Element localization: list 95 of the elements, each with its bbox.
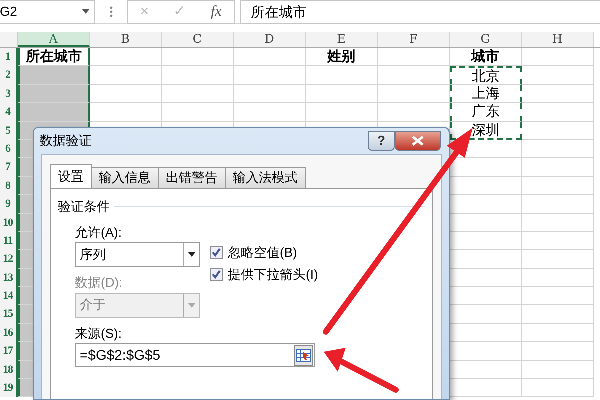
grip-icon: [110, 6, 112, 18]
grid-cell: [522, 360, 594, 380]
row-header[interactable]: 6: [0, 140, 18, 158]
grid-cell: [522, 232, 594, 250]
row-header[interactable]: 4: [0, 103, 18, 122]
close-button[interactable]: [395, 131, 441, 151]
grid-cell: [90, 84, 162, 104]
column-header[interactable]: G: [450, 32, 522, 47]
row-header[interactable]: 1: [0, 48, 18, 66]
dialog-tab[interactable]: 输入法模式: [225, 167, 306, 188]
insert-function-button[interactable]: fx: [204, 2, 228, 22]
checkbox-label: 提供下拉箭头(I): [228, 266, 318, 284]
grid-cell: [522, 103, 594, 122]
dropdown-arrow-icon: [188, 302, 196, 308]
column-header[interactable]: B: [90, 32, 162, 47]
dialog-title: 数据验证: [40, 132, 92, 150]
row-header[interactable]: 18: [0, 360, 18, 380]
row-header[interactable]: 12: [0, 250, 18, 269]
group-label: 验证条件: [58, 198, 110, 216]
grid-cell: [90, 66, 162, 85]
grid-cell: [522, 140, 594, 158]
grid-cell: [522, 305, 594, 324]
column-header[interactable]: E: [306, 32, 378, 47]
grid-cell: [18, 66, 90, 85]
grid-cell: [522, 158, 594, 177]
column-header[interactable]: C: [162, 32, 234, 47]
grid-cell: [234, 84, 306, 104]
row-header[interactable]: 9: [0, 195, 18, 214]
grid-cell: [234, 48, 306, 66]
row-header[interactable]: 3: [0, 84, 18, 104]
grid-cell: [522, 250, 594, 269]
grid-cell: [90, 48, 162, 66]
row-header[interactable]: 7: [0, 158, 18, 177]
row-header[interactable]: 13: [0, 268, 18, 288]
table-cell: 城市: [450, 48, 522, 66]
dialog-tab[interactable]: 出错警告: [158, 167, 226, 188]
row-header[interactable]: 5: [0, 122, 18, 140]
grid-cell: [522, 48, 594, 66]
grid-cell: [162, 66, 234, 85]
grid-cell: [522, 84, 594, 104]
formula-input[interactable]: 所在城市: [240, 0, 600, 24]
column-header[interactable]: D: [234, 32, 306, 47]
field-label: 允许(A):: [75, 224, 123, 242]
table-cell: 上海: [450, 84, 522, 104]
checkbox[interactable]: [210, 246, 223, 259]
table-cell: 姓别: [306, 48, 378, 66]
range-select-button[interactable]: [294, 344, 313, 366]
checkbox-label: 忽略空值(B): [228, 244, 298, 262]
grid-cell: [522, 287, 594, 306]
grid-cell: [378, 48, 450, 66]
field-label: 数据(D):: [75, 274, 124, 292]
dialog-tab[interactable]: 设置: [50, 164, 92, 188]
table-cell: 北京: [450, 66, 522, 85]
dropdown-arrow-icon: [82, 9, 90, 14]
grid-cell: [522, 122, 594, 140]
grid-cell: [522, 214, 594, 232]
row-header[interactable]: 15: [0, 305, 18, 324]
help-button[interactable]: ?: [368, 131, 395, 151]
allow-dropdown[interactable]: 序列: [75, 242, 200, 267]
column-header[interactable]: H: [522, 32, 594, 47]
field-label: 来源(S):: [75, 324, 123, 343]
grid-cell: [306, 84, 378, 104]
grid-cell: [522, 342, 594, 361]
grid-cell: [306, 66, 378, 85]
grid-cell: [378, 84, 450, 104]
grid-cell: [522, 66, 594, 85]
row-header[interactable]: 11: [0, 232, 18, 250]
dropdown-arrow-icon: [188, 252, 196, 257]
row-header[interactable]: 14: [0, 287, 18, 306]
row-header[interactable]: 2: [0, 66, 18, 85]
dialog-tab[interactable]: 输入信息: [91, 167, 159, 188]
grid-cell: [522, 379, 594, 398]
grid-cell: [234, 66, 306, 85]
grid-cell: [162, 84, 234, 104]
table-cell: 广东: [450, 103, 522, 122]
column-header[interactable]: A: [18, 32, 90, 47]
row-header[interactable]: 16: [0, 324, 18, 342]
grid-cell: [378, 66, 450, 85]
grid-cell: [522, 195, 594, 214]
close-icon: [412, 136, 424, 146]
source-field[interactable]: =$G$2:$G$5: [75, 343, 315, 367]
row-header[interactable]: 10: [0, 214, 18, 232]
grid-cell: [162, 48, 234, 66]
checkbox[interactable]: [210, 268, 223, 281]
grid-cell: [522, 268, 594, 288]
row-header[interactable]: 19: [0, 379, 18, 398]
grid-cell: [522, 176, 594, 196]
column-header[interactable]: F: [378, 32, 450, 47]
grid-cell: [522, 324, 594, 342]
row-header[interactable]: 8: [0, 176, 18, 196]
grid-cell: [18, 103, 90, 122]
row-header[interactable]: 17: [0, 342, 18, 361]
name-box[interactable]: G2: [0, 0, 95, 24]
grid-cell: [18, 84, 90, 104]
table-cell: 所在城市: [18, 48, 90, 66]
